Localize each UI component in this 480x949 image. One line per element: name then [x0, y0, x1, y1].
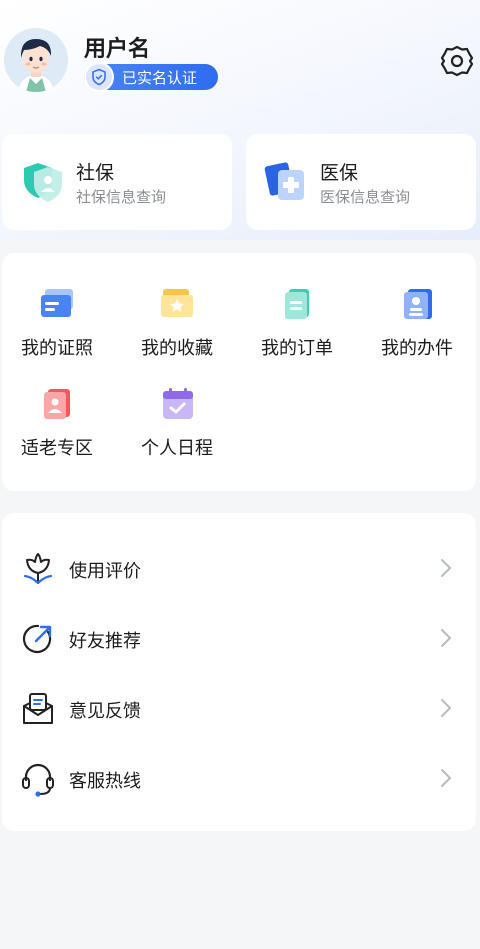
profile-header: 用户名 已实名认证: [0, 0, 480, 120]
feedback-mail-icon: [20, 691, 56, 727]
shortcut-my-orders[interactable]: 我的订单: [242, 287, 352, 367]
medical-insurance-icon: [264, 160, 310, 204]
favorite-folder-icon: [159, 287, 195, 321]
calendar-check-icon: [159, 387, 195, 421]
social-security-subtitle: 社保信息查询: [76, 188, 167, 206]
shortcut-label: 我的订单: [261, 338, 333, 359]
menu-item-rating[interactable]: 使用评价: [2, 533, 476, 603]
elderly-zone-icon: [39, 387, 75, 421]
menu-item-label: 客服热线: [69, 771, 141, 792]
avatar[interactable]: [4, 28, 68, 92]
shortcut-elderly-zone[interactable]: 适老专区: [2, 387, 112, 467]
flower-rating-icon: [20, 551, 56, 587]
shortcut-label: 我的收藏: [141, 338, 213, 359]
menu-item-recommend[interactable]: 好友推荐: [2, 603, 476, 673]
chevron-right-icon: [438, 767, 454, 789]
shortcut-grid: 我的证照 我的收藏 我的订单 我的办件 适老专区 个人日程: [2, 253, 476, 491]
menu-item-feedback[interactable]: 意见反馈: [2, 673, 476, 743]
shortcut-personal-schedule[interactable]: 个人日程: [122, 387, 232, 467]
menu-item-hotline[interactable]: 客服热线: [2, 743, 476, 813]
username: 用户名: [84, 37, 151, 62]
menu-item-label: 好友推荐: [69, 631, 141, 652]
verified-badge[interactable]: 已实名认证: [84, 62, 218, 92]
menu-item-label: 使用评价: [69, 561, 141, 582]
medical-insurance-card[interactable]: 医保 医保信息查询: [246, 134, 476, 230]
social-security-icon: [20, 160, 66, 204]
headset-icon: [20, 761, 56, 797]
shortcut-label: 我的证照: [21, 338, 93, 359]
shortcut-label: 适老专区: [21, 438, 93, 459]
license-card-icon: [39, 287, 75, 321]
verified-label: 已实名认证: [122, 69, 198, 87]
shield-check-icon: [84, 62, 114, 92]
medical-insurance-subtitle: 医保信息查询: [320, 188, 411, 206]
case-badge-icon: [399, 287, 435, 321]
shortcut-my-favorites[interactable]: 我的收藏: [122, 287, 232, 367]
settings-gear-icon[interactable]: [438, 42, 476, 80]
shortcut-label: 我的办件: [381, 338, 453, 359]
chevron-right-icon: [438, 557, 454, 579]
medical-insurance-title: 医保: [320, 162, 359, 184]
settings-menu-list: 使用评价 好友推荐 意见反馈 客服热线: [2, 513, 476, 831]
chevron-right-icon: [438, 627, 454, 649]
order-document-icon: [279, 287, 315, 321]
shortcut-my-licenses[interactable]: 我的证照: [2, 287, 112, 367]
chevron-right-icon: [438, 697, 454, 719]
shortcut-label: 个人日程: [141, 438, 213, 459]
share-arrow-icon: [20, 621, 56, 657]
menu-item-label: 意见反馈: [69, 701, 141, 722]
shortcut-my-cases[interactable]: 我的办件: [362, 287, 472, 367]
social-security-card[interactable]: 社保 社保信息查询: [2, 134, 232, 230]
social-security-title: 社保: [76, 162, 115, 184]
